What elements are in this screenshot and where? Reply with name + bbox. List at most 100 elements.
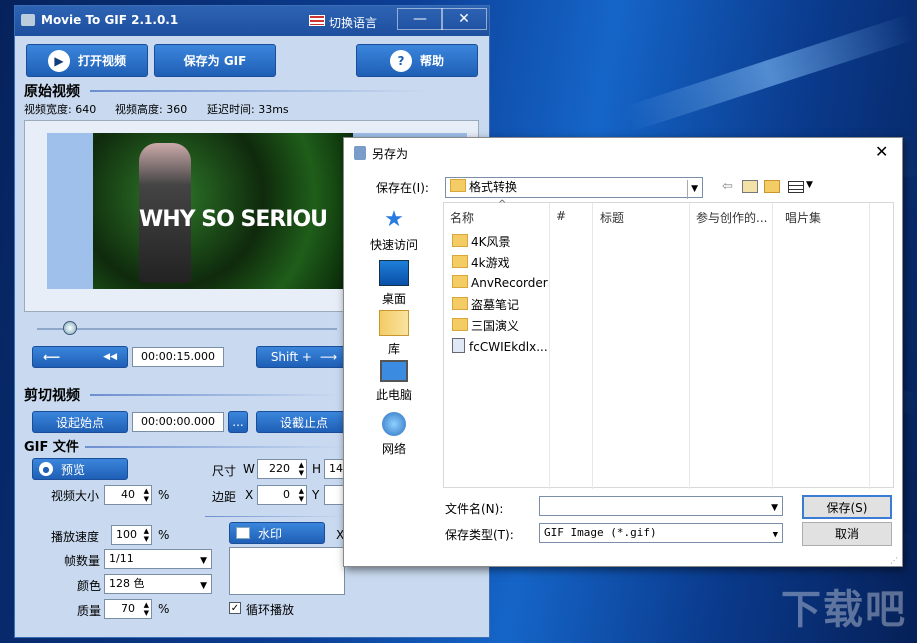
column-separator bbox=[772, 203, 773, 489]
back-icon[interactable]: ⇦ bbox=[722, 179, 733, 194]
set-end-button[interactable]: 设截止点 bbox=[256, 411, 352, 433]
source-video-heading: 原始视频 bbox=[24, 84, 80, 100]
list-item[interactable]: AnvRecorder bbox=[452, 275, 548, 290]
save-in-select[interactable]: 格式转换 ▼ bbox=[445, 177, 703, 199]
save-gif-button[interactable]: 保存为 GIF bbox=[154, 44, 276, 77]
folder-icon bbox=[452, 275, 468, 288]
flag-icon[interactable] bbox=[309, 15, 325, 26]
open-video-label: 打开视频 bbox=[77, 54, 126, 68]
nav-library[interactable]: 库 bbox=[354, 310, 434, 357]
up-folder-icon[interactable] bbox=[742, 180, 758, 193]
step-back-button[interactable]: ⟵ ◀◀ bbox=[32, 346, 128, 368]
column-name[interactable]: 名称 bbox=[450, 209, 474, 226]
folder-icon bbox=[450, 179, 466, 192]
column-separator bbox=[869, 203, 870, 489]
filetype-label: 保存类型(T): bbox=[445, 528, 514, 542]
nav-desktop[interactable]: 桌面 bbox=[354, 260, 434, 307]
column-contributors[interactable]: 参与创作的... bbox=[696, 209, 767, 226]
left-arrow-icon: ⟵ bbox=[43, 350, 61, 364]
start-time-field[interactable]: 00:00:00.000 bbox=[132, 412, 224, 432]
places-bar: ★ 快速访问 桌面 库 此电脑 网络 bbox=[344, 200, 444, 500]
cut-video-heading: 剪切视频 bbox=[24, 388, 80, 404]
minimize-button[interactable]: — bbox=[397, 8, 443, 30]
help-button[interactable]: ? 帮助 bbox=[356, 44, 478, 77]
open-video-button[interactable]: ▶ 打开视频 bbox=[26, 44, 148, 77]
divider bbox=[90, 394, 340, 396]
library-icon bbox=[379, 310, 409, 336]
color-label: 颜色 bbox=[77, 579, 102, 593]
divider bbox=[85, 446, 345, 448]
resize-grip-icon[interactable]: ⋰ bbox=[890, 556, 898, 565]
y-label: Y bbox=[312, 488, 320, 502]
dialog-title: 另存为 bbox=[372, 147, 409, 161]
width-input[interactable]: 220 ▲ ▼ bbox=[257, 459, 307, 479]
video-size-label: 视频大小 bbox=[51, 489, 100, 503]
star-icon: ★ bbox=[384, 207, 404, 232]
margin-x-input[interactable]: 0 ▲ ▼ bbox=[257, 485, 307, 505]
divider bbox=[90, 90, 430, 92]
rewind-icon: ◀◀ bbox=[103, 352, 117, 362]
column-title[interactable]: 标题 bbox=[600, 209, 624, 226]
gif-file-heading: GIF 文件 bbox=[24, 440, 79, 455]
quality-input[interactable]: 70 ▲ ▼ bbox=[104, 599, 152, 619]
list-item[interactable]: fcCWIEkdlx... bbox=[452, 338, 548, 354]
w-label: W bbox=[243, 462, 255, 476]
folder-icon bbox=[452, 255, 468, 268]
play-icon: ▶ bbox=[47, 49, 70, 72]
network-icon bbox=[382, 412, 406, 436]
more-button[interactable]: ... bbox=[228, 411, 248, 433]
column-album[interactable]: 唱片集 bbox=[785, 209, 821, 226]
nav-this-pc[interactable]: 此电脑 bbox=[354, 360, 434, 403]
filename-input[interactable]: ▼ bbox=[539, 496, 783, 516]
video-frame: WHY SO SERIOU bbox=[93, 133, 353, 289]
column-number[interactable]: # bbox=[556, 209, 566, 223]
dialog-icon bbox=[354, 146, 366, 160]
app-title: Movie To GIF 2.1.0.1 bbox=[41, 13, 179, 27]
save-button[interactable]: 保存(S) bbox=[802, 495, 892, 519]
list-item[interactable]: 4K风景 bbox=[452, 233, 511, 250]
search-icon: ● bbox=[39, 462, 53, 476]
seek-track[interactable] bbox=[37, 328, 337, 330]
list-item[interactable]: 盗墓笔记 bbox=[452, 296, 519, 313]
percent-label: % bbox=[158, 528, 170, 542]
quality-label: 质量 bbox=[77, 604, 102, 618]
current-time-field[interactable]: 00:00:15.000 bbox=[132, 347, 224, 367]
seek-thumb[interactable] bbox=[63, 321, 77, 335]
frames-select[interactable]: 1/11 ▼ bbox=[104, 549, 212, 569]
column-separator bbox=[689, 203, 690, 489]
nav-quick-access[interactable]: ★ 快速访问 bbox=[354, 208, 434, 253]
dialog-close-button[interactable]: ✕ bbox=[875, 142, 888, 161]
loop-checkbox[interactable]: ✓ bbox=[229, 602, 241, 614]
video-size-input[interactable]: 40 ▲ ▼ bbox=[104, 485, 152, 505]
set-start-button[interactable]: 设起始点 bbox=[32, 411, 128, 433]
new-folder-icon[interactable] bbox=[764, 180, 780, 193]
cancel-button[interactable]: 取消 bbox=[802, 522, 892, 546]
video-width: 视频宽度: 640 bbox=[24, 103, 97, 116]
nav-network[interactable]: 网络 bbox=[354, 412, 434, 457]
list-item[interactable]: 4k游戏 bbox=[452, 254, 510, 271]
loop-label: 循环播放 bbox=[246, 603, 295, 617]
watermark-text-area[interactable] bbox=[229, 547, 345, 595]
percent-label: % bbox=[158, 602, 170, 616]
watermark-button[interactable]: 水印 bbox=[229, 522, 325, 544]
delay-time: 延迟时间: 33ms bbox=[207, 103, 289, 116]
list-item[interactable]: 三国演义 bbox=[452, 317, 519, 334]
preview-button[interactable]: ● 预览 bbox=[32, 458, 128, 480]
speed-input[interactable]: 100 ▲ ▼ bbox=[111, 525, 152, 545]
chevron-down-icon[interactable]: ▼ bbox=[806, 180, 813, 190]
close-button[interactable]: ✕ bbox=[441, 8, 487, 30]
image-file-icon bbox=[452, 338, 465, 353]
video-height: 视频高度: 360 bbox=[115, 103, 188, 116]
color-select[interactable]: 128 色 ▼ bbox=[104, 574, 212, 594]
view-menu-icon[interactable] bbox=[788, 181, 804, 193]
app-titlebar[interactable]: Movie To GIF 2.1.0.1 切换语言 — ✕ bbox=[15, 6, 489, 36]
shift-forward-button[interactable]: Shift + ⟶ bbox=[256, 346, 352, 368]
frames-label: 帧数量 bbox=[64, 554, 101, 568]
filetype-select[interactable]: GIF Image (*.gif) ▼ bbox=[539, 523, 783, 543]
column-separator bbox=[549, 203, 550, 489]
folder-icon bbox=[452, 297, 468, 310]
language-switch[interactable]: 切换语言 bbox=[329, 14, 377, 31]
help-icon: ? bbox=[389, 49, 412, 72]
margin-label: 边距 bbox=[212, 490, 237, 504]
file-list[interactable]: ^ 名称 # 标题 参与创作的... 唱片集 4K风景 4k游戏 AnvReco… bbox=[443, 199, 894, 489]
